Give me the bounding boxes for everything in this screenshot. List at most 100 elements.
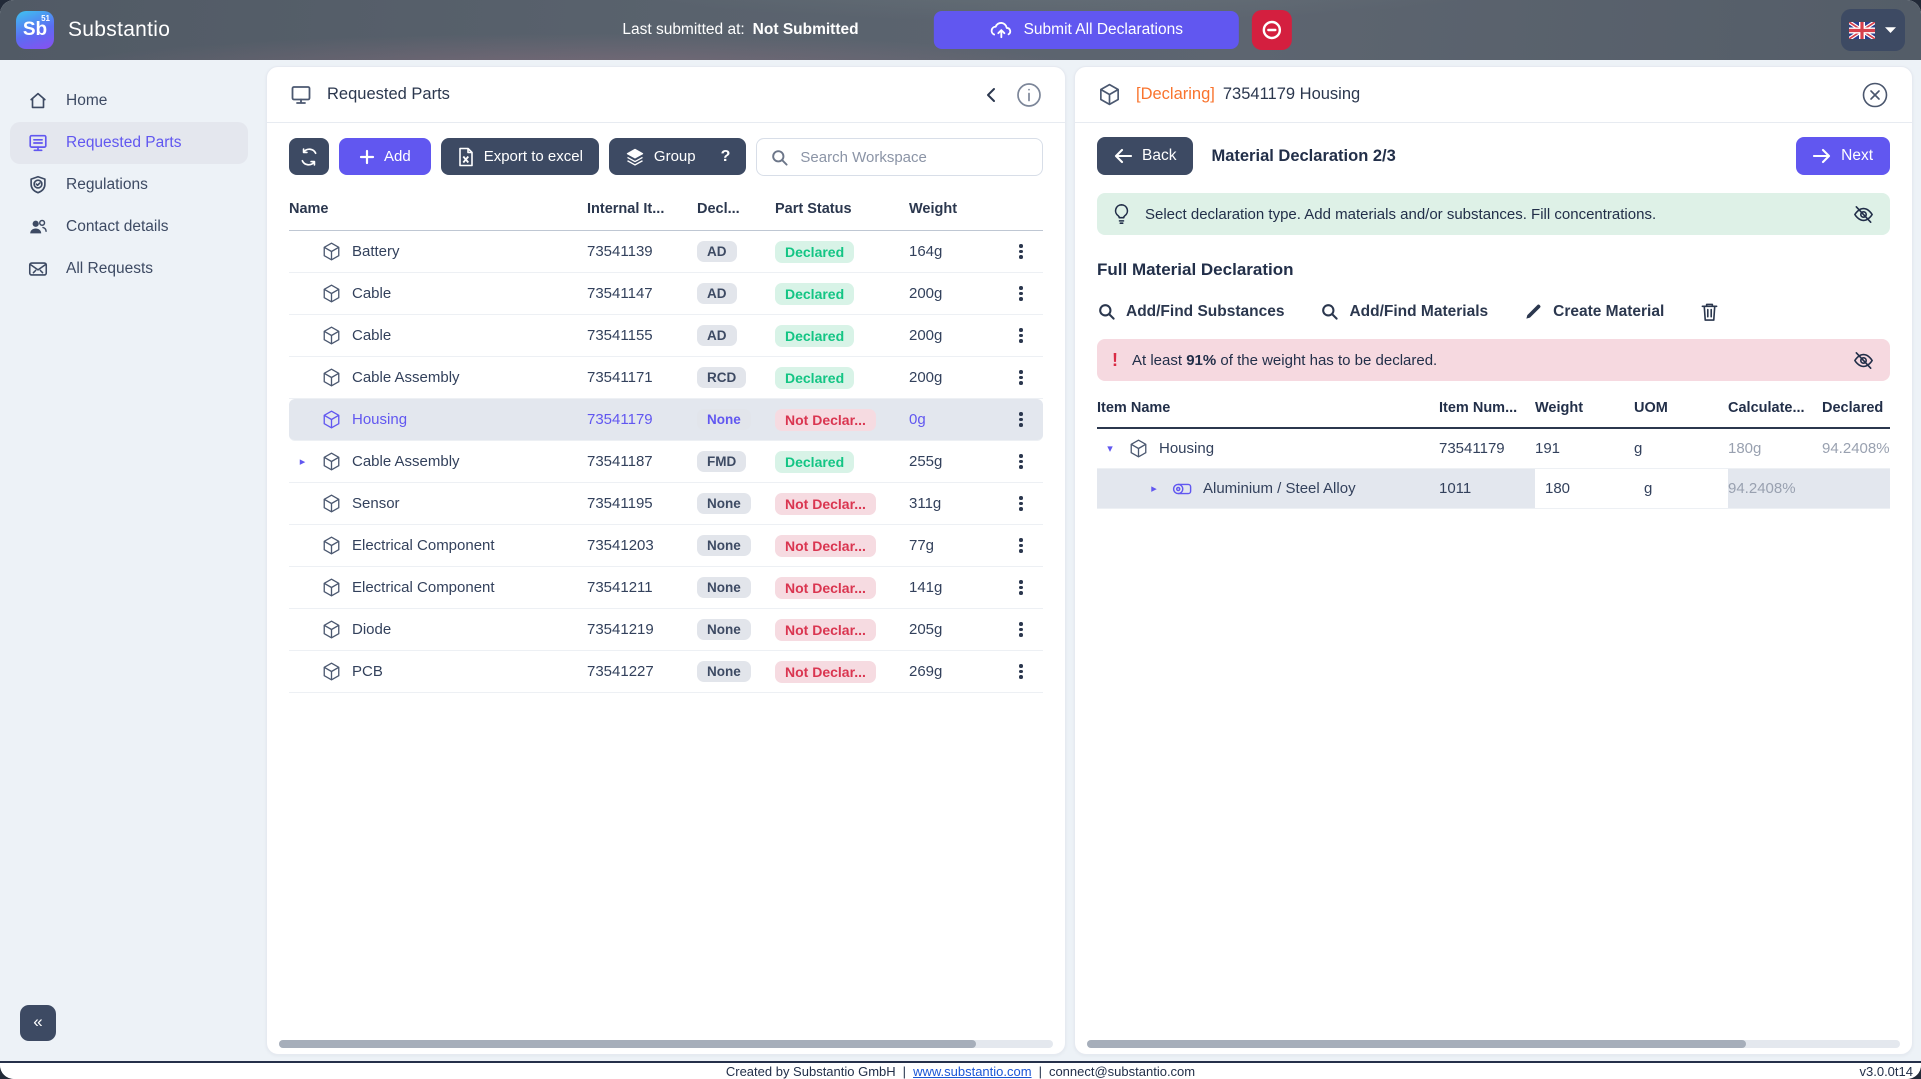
- row-menu-button[interactable]: [1013, 574, 1029, 602]
- row-menu-button[interactable]: [1013, 658, 1029, 686]
- part-weight: 141g: [909, 579, 943, 596]
- logo-superscript: 51: [41, 14, 50, 23]
- add-button[interactable]: Add: [339, 138, 431, 175]
- internal-item-number: 73541203: [587, 537, 654, 554]
- submit-all-declarations-button[interactable]: Submit All Declarations: [933, 11, 1239, 49]
- cube-icon: [321, 493, 342, 514]
- footer: Created by Substantio GmbH | www.substan…: [0, 1061, 1921, 1079]
- collapse-panel-button[interactable]: [985, 87, 997, 103]
- part-status-badge: Declared: [775, 240, 855, 263]
- declaration-type-badge: None: [697, 409, 751, 430]
- expand-caret[interactable]: ▸: [1146, 482, 1162, 495]
- row-menu-button[interactable]: [1013, 280, 1029, 308]
- step-title: Material Declaration 2/3: [1211, 146, 1396, 165]
- table-row[interactable]: ▾ Housing 73541179 191 g 180g 94.2408%: [1097, 429, 1890, 469]
- table-row[interactable]: Cable 73541155 AD Declared 200g: [289, 315, 1043, 357]
- column-header-calculated: Calculate...: [1728, 400, 1805, 416]
- row-menu-button[interactable]: [1013, 448, 1029, 476]
- cloud-upload-icon: [990, 19, 1013, 42]
- delete-button[interactable]: [1700, 301, 1719, 322]
- search-input[interactable]: [800, 148, 1029, 166]
- row-menu-button[interactable]: [1013, 364, 1029, 392]
- table-row[interactable]: ▸ Aluminium / Steel Alloy 1011 180 g 94.…: [1097, 469, 1890, 509]
- sidebar-item-contact-details[interactable]: Contact details: [10, 206, 248, 248]
- part-weight: 255g: [909, 453, 943, 470]
- create-material-button[interactable]: Create Material: [1524, 302, 1664, 321]
- hide-warning-button[interactable]: [1852, 349, 1875, 372]
- table-row[interactable]: Housing 73541179 None Not Declar... 0g: [289, 399, 1043, 441]
- table-row[interactable]: ▸ Cable Assembly 73541187 FMD Declared 2…: [289, 441, 1043, 483]
- sidebar-item-label: Requested Parts: [66, 134, 182, 151]
- users-icon: [27, 216, 49, 238]
- hide-hint-button[interactable]: [1852, 203, 1875, 226]
- declaration-type-badge: AD: [697, 283, 737, 304]
- search-icon: [1097, 302, 1116, 321]
- sidebar-item-all-requests[interactable]: All Requests: [10, 248, 248, 290]
- export-to-excel-button[interactable]: Export to excel: [440, 138, 599, 175]
- part-weight: 269g: [909, 663, 943, 680]
- table-row[interactable]: Cable Assembly 73541171 RCD Declared 200…: [289, 357, 1043, 399]
- help-button[interactable]: ?: [721, 148, 731, 166]
- declaration-type-badge: AD: [697, 325, 737, 346]
- table-row[interactable]: Electrical Component 73541203 None Not D…: [289, 525, 1043, 567]
- sidebar-item-home[interactable]: Home: [10, 80, 248, 122]
- table-row[interactable]: Diode 73541219 None Not Declar... 205g: [289, 609, 1043, 651]
- row-menu-button[interactable]: [1013, 532, 1029, 560]
- sidebar: Home Requested Parts Regulations Contact…: [0, 66, 258, 1055]
- expand-caret[interactable]: ▾: [1102, 442, 1118, 455]
- sidebar-item-requested-parts[interactable]: Requested Parts: [10, 122, 248, 164]
- sidebar-item-regulations[interactable]: Regulations: [10, 164, 248, 206]
- exclamation-icon: !: [1112, 349, 1118, 370]
- table-row[interactable]: PCB 73541227 None Not Declar... 269g: [289, 651, 1043, 693]
- hint-banner: Select declaration type. Add materials a…: [1097, 193, 1890, 235]
- arrow-left-icon: [1114, 148, 1132, 164]
- shield-check-icon: [27, 174, 49, 196]
- internal-item-number: 73541211: [587, 579, 653, 596]
- weight-cell[interactable]: 191: [1535, 440, 1634, 457]
- column-header-uom: UOM: [1634, 400, 1668, 416]
- close-panel-button[interactable]: [1860, 80, 1890, 110]
- item-name: Aluminium / Steel Alloy: [1203, 480, 1356, 497]
- info-button[interactable]: [1015, 81, 1043, 109]
- uk-flag-icon: [1849, 21, 1875, 39]
- footer-website-link[interactable]: www.substantio.com: [913, 1064, 1032, 1079]
- sidebar-collapse-button[interactable]: «: [20, 1005, 56, 1041]
- next-button[interactable]: Next: [1796, 137, 1890, 175]
- back-button[interactable]: Back: [1097, 137, 1194, 175]
- expand-caret[interactable]: ▸: [294, 455, 311, 468]
- declaration-table-body: ▾ Housing 73541179 191 g 180g 94.2408% ▸…: [1097, 429, 1890, 509]
- table-row[interactable]: Sensor 73541195 None Not Declar... 311g: [289, 483, 1043, 525]
- row-menu-button[interactable]: [1013, 238, 1029, 266]
- uom-cell[interactable]: g: [1634, 440, 1728, 457]
- language-selector[interactable]: [1841, 9, 1905, 51]
- part-weight: 200g: [909, 369, 943, 386]
- scrollbar-thumb[interactable]: [279, 1040, 976, 1048]
- uom-cell[interactable]: g: [1634, 469, 1728, 508]
- chevron-left-icon: [985, 87, 997, 103]
- stop-button[interactable]: [1251, 10, 1292, 50]
- workspace-search[interactable]: [756, 138, 1043, 176]
- table-row[interactable]: Battery 73541139 AD Declared 164g: [289, 231, 1043, 273]
- row-menu-button[interactable]: [1013, 406, 1029, 434]
- cube-icon: [321, 325, 342, 346]
- refresh-button[interactable]: [289, 138, 329, 175]
- table-row[interactable]: Electrical Component 73541211 None Not D…: [289, 567, 1043, 609]
- weight-cell[interactable]: 180: [1535, 469, 1634, 508]
- table-row[interactable]: Cable 73541147 AD Declared 200g: [289, 273, 1043, 315]
- info-icon: [1015, 81, 1043, 109]
- declaration-type-badge: None: [697, 661, 751, 682]
- part-name: Cable Assembly: [352, 453, 460, 470]
- group-button[interactable]: Group ?: [608, 138, 747, 175]
- parts-table: Name Internal It... Decl... Part Status …: [267, 188, 1065, 693]
- add-find-materials-button[interactable]: Add/Find Materials: [1320, 302, 1488, 321]
- scrollbar-thumb[interactable]: [1087, 1040, 1746, 1048]
- app-window: Sb 51 Substantio Last submitted at: Not S…: [0, 0, 1921, 1079]
- row-menu-button[interactable]: [1013, 616, 1029, 644]
- add-find-substances-button[interactable]: Add/Find Substances: [1097, 302, 1284, 321]
- row-menu-button[interactable]: [1013, 322, 1029, 350]
- row-menu-button[interactable]: [1013, 490, 1029, 518]
- eye-off-icon: [1852, 203, 1875, 226]
- internal-item-number: 73541155: [587, 327, 653, 344]
- minus-circle-icon: [1260, 18, 1284, 42]
- declaration-type-badge: None: [697, 493, 751, 514]
